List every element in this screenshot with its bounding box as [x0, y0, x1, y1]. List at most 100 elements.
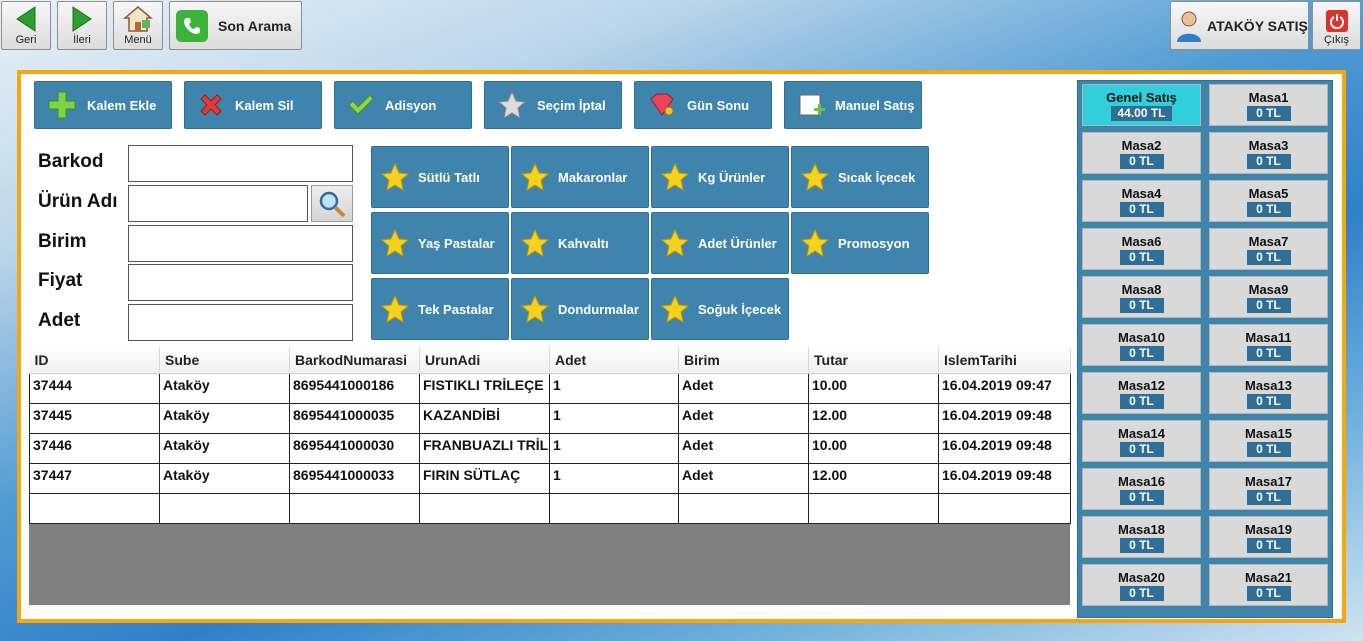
category-label: Kg Ürünler — [698, 169, 766, 185]
column-header-id[interactable]: ID — [29, 347, 160, 374]
cell: Adet — [678, 372, 809, 404]
new-row[interactable] — [29, 492, 1071, 524]
table-button[interactable]: Masa8 0 TL — [1082, 276, 1201, 318]
table-button[interactable]: Masa20 0 TL — [1082, 564, 1201, 606]
menu-label: Menü — [124, 34, 152, 46]
phone-icon — [176, 9, 208, 42]
category-button[interactable]: Kahvaltı — [511, 212, 649, 274]
cell[interactable] — [289, 492, 420, 524]
column-header-product[interactable]: UrunAdi — [419, 347, 550, 374]
table-button[interactable]: Masa15 0 TL — [1209, 420, 1328, 462]
cell: Ataköy — [159, 372, 290, 404]
table-button[interactable]: Masa19 0 TL — [1209, 516, 1328, 558]
table-button[interactable]: Masa9 0 TL — [1209, 276, 1328, 318]
cell: Adet — [678, 402, 809, 434]
category-button[interactable]: Dondurmalar — [511, 278, 649, 340]
table-name: Masa3 — [1248, 137, 1289, 153]
price-input[interactable] — [128, 264, 353, 301]
table-button[interactable]: Masa11 0 TL — [1209, 324, 1328, 366]
table-button[interactable]: Masa18 0 TL — [1082, 516, 1201, 558]
table-button-general-sale[interactable]: Genel Satış 44.00 TL — [1082, 84, 1201, 126]
table-button[interactable]: Masa10 0 TL — [1082, 324, 1201, 366]
star-icon — [660, 294, 690, 324]
table-row[interactable]: 37447 Ataköy 8695441000033 FIRIN SÜTLAÇ … — [29, 462, 1071, 494]
cell: 8695441000033 — [289, 462, 420, 494]
table-row[interactable]: 37445 Ataköy 8695441000035 KAZANDİBİ 1 A… — [29, 402, 1071, 434]
cancel-selection-button[interactable]: Seçim İptal — [484, 81, 622, 129]
table-button[interactable]: Masa16 0 TL — [1082, 468, 1201, 510]
cell[interactable] — [29, 492, 160, 524]
table-button[interactable]: Masa1 0 TL — [1209, 84, 1328, 126]
cell[interactable] — [808, 492, 939, 524]
last-call-button[interactable]: Son Arama — [169, 1, 302, 50]
table-name: Masa18 — [1118, 521, 1165, 537]
column-header-quantity[interactable]: Adet — [549, 347, 679, 374]
back-label: Geri — [15, 34, 37, 46]
table-button[interactable]: Masa21 0 TL — [1209, 564, 1328, 606]
table-amount: 0 TL — [1119, 153, 1164, 169]
column-header-amount[interactable]: Tutar — [808, 347, 939, 374]
cell: 1 — [549, 462, 679, 494]
cell: 16.04.2019 09:47 — [938, 372, 1071, 404]
delete-item-button[interactable]: Kalem Sil — [184, 81, 322, 129]
table-name: Masa7 — [1248, 233, 1289, 249]
main-frame: Kalem Ekle Kalem Sil Adisyon Seçim İptal… — [17, 70, 1346, 623]
table-amount: 0 TL — [1246, 201, 1291, 217]
cell[interactable] — [938, 492, 1071, 524]
quantity-input[interactable] — [128, 304, 353, 341]
category-button[interactable]: Adet Ürünler — [651, 212, 789, 274]
cell: 12.00 — [808, 462, 939, 494]
column-header-unit[interactable]: Birim — [678, 347, 809, 374]
quantity-label: Adet — [38, 310, 81, 331]
table-button[interactable]: Masa12 0 TL — [1082, 372, 1201, 414]
cancel-selection-label: Seçim İptal — [537, 97, 606, 113]
table-button[interactable]: Masa6 0 TL — [1082, 228, 1201, 270]
table-row[interactable]: 37446 Ataköy 8695441000030 FRANBUAZLI TR… — [29, 432, 1071, 464]
star-icon — [800, 162, 830, 192]
table-amount: 0 TL — [1119, 489, 1164, 505]
search-button[interactable] — [311, 185, 353, 222]
add-item-button[interactable]: Kalem Ekle — [34, 81, 172, 129]
table-button[interactable]: Masa2 0 TL — [1082, 132, 1201, 174]
category-button[interactable]: Tek Pastalar — [371, 278, 509, 340]
exit-button[interactable]: Çıkış — [1312, 1, 1361, 50]
back-button[interactable]: Geri — [1, 1, 51, 50]
user-button[interactable]: ATAKÖY SATIŞ — [1170, 1, 1309, 50]
column-header-barcode[interactable]: BarkodNumarasi — [289, 347, 420, 374]
table-button[interactable]: Masa5 0 TL — [1209, 180, 1328, 222]
table-button[interactable]: Masa4 0 TL — [1082, 180, 1201, 222]
table-button[interactable]: Masa17 0 TL — [1209, 468, 1328, 510]
table-button[interactable]: Masa13 0 TL — [1209, 372, 1328, 414]
star-icon — [380, 294, 410, 324]
table-name: Masa21 — [1245, 569, 1292, 585]
barcode-input[interactable] — [128, 145, 353, 182]
cell[interactable] — [549, 492, 679, 524]
category-button[interactable]: Soğuk İçecek — [651, 278, 789, 340]
unit-input[interactable] — [128, 225, 353, 262]
table-row[interactable]: 37444 Ataköy 8695441000186 FISTIKLI TRİL… — [29, 372, 1071, 404]
arrow-right-icon — [72, 6, 92, 32]
cell[interactable] — [678, 492, 809, 524]
category-button[interactable]: Kg Ürünler — [651, 146, 789, 208]
category-label: Kahvaltı — [558, 235, 609, 251]
column-header-date[interactable]: IslemTarihi — [938, 347, 1071, 374]
forward-button[interactable]: İleri — [57, 1, 107, 50]
bill-button[interactable]: Adisyon — [334, 81, 472, 129]
menu-button[interactable]: Menü — [113, 1, 163, 50]
table-button[interactable]: Masa14 0 TL — [1082, 420, 1201, 462]
category-button[interactable]: Yaş Pastalar — [371, 212, 509, 274]
product-name-input[interactable] — [128, 185, 308, 222]
category-button[interactable]: Makaronlar — [511, 146, 649, 208]
manual-sale-button[interactable]: Manuel Satış — [784, 81, 922, 129]
table-button[interactable]: Masa3 0 TL — [1209, 132, 1328, 174]
cell: 1 — [549, 372, 679, 404]
category-button[interactable]: Sıcak İçecek — [791, 146, 929, 208]
cell: 37444 — [29, 372, 160, 404]
column-header-branch[interactable]: Sube — [159, 347, 290, 374]
cell[interactable] — [419, 492, 550, 524]
category-button[interactable]: Promosyon — [791, 212, 929, 274]
category-button[interactable]: Sütlü Tatlı — [371, 146, 509, 208]
cell[interactable] — [159, 492, 290, 524]
end-of-day-button[interactable]: Gün Sonu — [634, 81, 772, 129]
table-button[interactable]: Masa7 0 TL — [1209, 228, 1328, 270]
